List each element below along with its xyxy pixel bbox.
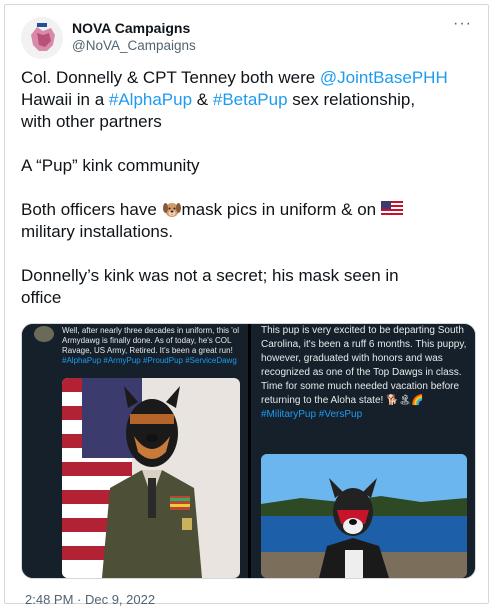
caption-hashtags: #MilitaryPup #VersPup [261, 409, 363, 420]
tweet-timestamp[interactable]: 2:48 PM · Dec 9, 2022 [25, 592, 155, 607]
avatar[interactable] [21, 17, 63, 59]
media-grid[interactable]: Well, after nearly three decades in unif… [21, 323, 476, 579]
text-segment: sex relationship, [287, 90, 416, 109]
dog-face-emoji-icon [162, 199, 182, 219]
officer-photo-right [261, 454, 467, 578]
author-handle[interactable]: @NoVA_Campaigns [72, 38, 196, 53]
screenshot-caption: Well, after nearly three decades in unif… [62, 326, 242, 366]
tweet-header: NOVA Campaigns @NoVA_Campaigns ··· [17, 13, 476, 61]
author-name[interactable]: NOVA Campaigns [72, 20, 190, 36]
hashtag-alphapup[interactable]: #AlphaPup [109, 90, 192, 109]
mention-link[interactable]: @JointBasePHH [320, 68, 448, 87]
tweet-line: Col. Donnelly & CPT Tenney both were @Jo… [21, 67, 476, 89]
tweet-line: military installations. [21, 222, 174, 241]
tweet-line: office [21, 288, 62, 307]
tweet-line: Both officers have mask pics in uniform … [21, 199, 476, 221]
caption-text: Well, after nearly three decades in unif… [62, 326, 240, 355]
caption-text: This pup is very excited to be departing… [261, 325, 467, 406]
screenshot-caption: This pup is very excited to be departing… [261, 324, 467, 422]
text-segment: Both officers have [21, 200, 162, 219]
tweet-line: Hawaii in a #AlphaPup & #BetaPup sex rel… [21, 89, 476, 111]
screenshot-avatar [34, 326, 54, 342]
tweet-text: Col. Donnelly & CPT Tenney both were @Jo… [21, 67, 476, 309]
more-icon[interactable]: ··· [453, 15, 472, 33]
text-segment: Col. Donnelly & CPT Tenney both were [21, 68, 320, 87]
text-segment: Hawaii in a [21, 90, 109, 109]
text-segment: mask pics in uniform & on [181, 200, 381, 219]
us-flag-emoji-icon [380, 201, 403, 217]
hashtag-betapup[interactable]: #BetaPup [213, 90, 288, 109]
tweet-line: with other partners [21, 112, 162, 131]
avatar-image [21, 17, 63, 59]
text-segment: & [192, 90, 213, 109]
media-image-right[interactable]: This pup is very excited to be departing… [251, 324, 475, 578]
officer-photo-left [62, 378, 240, 578]
tweet-line: Donnelly’s kink was not a secret; his ma… [21, 266, 399, 285]
caption-hashtags: #AlphaPup #ArmyPup #ProudPup #ServiceDaw… [62, 356, 237, 365]
media-image-left[interactable]: Well, after nearly three decades in unif… [22, 324, 248, 578]
tweet-paragraph: A “Pup” kink community [21, 156, 200, 175]
tweet-card: NOVA Campaigns @NoVA_Campaigns ··· Col. … [4, 4, 489, 607]
